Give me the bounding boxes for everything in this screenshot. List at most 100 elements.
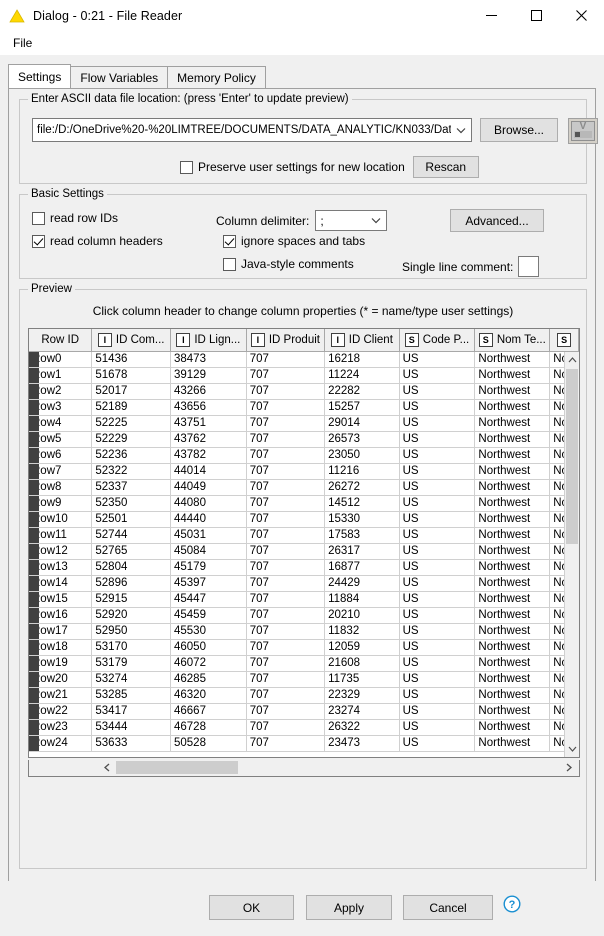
column-header-row-id[interactable]: Row ID	[29, 329, 93, 352]
table-row[interactable]: Row23534444672870726322USNorthwestNort	[29, 719, 579, 736]
table-row[interactable]: Row4522254375170729014USNorthwestNort	[29, 415, 579, 432]
tab-settings[interactable]: Settings	[8, 64, 72, 88]
table-cell: US	[399, 735, 476, 752]
table-row[interactable]: Row6522364378270723050USNorthwestNort	[29, 447, 579, 464]
read-row-ids-checkbox[interactable]	[32, 211, 45, 225]
table-cell: 52017	[91, 383, 171, 400]
cancel-button[interactable]: Cancel	[403, 895, 493, 920]
table-cell: 23050	[324, 447, 400, 464]
ignore-spaces-checkbox[interactable]	[223, 234, 236, 248]
table-cell: 707	[246, 415, 326, 432]
chevron-down-icon[interactable]	[451, 119, 471, 141]
column-delimiter-select[interactable]: ;	[315, 210, 388, 231]
vertical-scroll-thumb[interactable]	[566, 369, 578, 544]
table-cell: 20210	[324, 607, 400, 624]
table-row[interactable]: Row19531794607270721608USNorthwestNort	[29, 655, 579, 672]
table-cell: 43762	[170, 431, 247, 448]
table-row[interactable]: Row9523504408070714512USNorthwestNort	[29, 495, 579, 512]
dialog-body: Settings Flow Variables Memory Policy En…	[0, 55, 604, 936]
rescan-button[interactable]: Rescan	[412, 156, 479, 178]
table-row[interactable]: Row21532854632070722329USNorthwestNort	[29, 687, 579, 704]
table-cell: 52236	[91, 447, 171, 464]
browse-button[interactable]: Browse...	[480, 118, 558, 142]
table-row[interactable]: Row1516783912970711224USNorthwestNort	[29, 367, 579, 384]
table-row[interactable]: Row11527444503170717583USNorthwestNort	[29, 527, 579, 544]
table-cell: Northwest	[474, 719, 551, 736]
row-id-cell: Row1	[29, 367, 93, 384]
tab-flow-variables[interactable]: Flow Variables	[70, 66, 169, 88]
table-row[interactable]: Row0514363847370716218USNorthwestNort	[29, 351, 579, 368]
file-path-combo[interactable]: file:/D:/OneDrive%20-%20LIMTREE/DOCUMENT…	[32, 118, 472, 142]
apply-button[interactable]: Apply	[306, 895, 392, 920]
help-button[interactable]: ?	[503, 895, 525, 920]
minimize-button[interactable]	[469, 0, 514, 31]
table-cell: 707	[246, 495, 326, 512]
single-line-comment-input[interactable]	[518, 256, 540, 277]
read-row-ids-row: read row IDs	[32, 211, 118, 225]
table-cell: 22282	[324, 383, 400, 400]
table-cell: Northwest	[474, 687, 551, 704]
scroll-left-icon[interactable]	[99, 760, 115, 775]
read-column-headers-checkbox[interactable]	[32, 234, 45, 248]
table-cell: US	[399, 431, 476, 448]
table-row[interactable]: Row8523374404970726272USNorthwestNort	[29, 479, 579, 496]
table-row[interactable]: Row18531704605070712059USNorthwestNort	[29, 639, 579, 656]
basic-settings-group: Basic Settings read row IDs read column …	[19, 188, 587, 279]
horizontal-scroll-thumb[interactable]	[116, 761, 238, 774]
column-header-code-p[interactable]: S Code P...	[399, 329, 476, 352]
ok-button[interactable]: OK	[209, 895, 294, 920]
table-cell: 11216	[324, 463, 400, 480]
table-cell: US	[399, 527, 476, 544]
preview-horizontal-scrollbar[interactable]	[28, 760, 580, 777]
column-header-id-com[interactable]: I ID Com...	[91, 329, 171, 352]
table-cell: 707	[246, 527, 326, 544]
single-line-comment-row: Single line comment:	[402, 256, 540, 277]
close-button[interactable]	[559, 0, 604, 31]
table-row[interactable]: Row12527654508470726317USNorthwestNort	[29, 543, 579, 560]
maximize-icon	[531, 10, 542, 21]
column-type-badge: I	[176, 332, 191, 347]
table-row[interactable]: Row3521894365670715257USNorthwestNort	[29, 399, 579, 416]
table-row[interactable]: Row5522294376270726573USNorthwestNort	[29, 431, 579, 448]
table-row[interactable]: Row24536335052870723473USNorthwestNort	[29, 735, 579, 752]
table-cell: Northwest	[474, 543, 551, 560]
table-row[interactable]: Row10525014444070715330USNorthwestNort	[29, 511, 579, 528]
table-cell: 21608	[324, 655, 400, 672]
java-comments-checkbox[interactable]	[223, 257, 236, 271]
table-cell: 45397	[170, 575, 247, 592]
table-cell: Northwest	[474, 495, 551, 512]
table-cell: 11884	[324, 591, 400, 608]
table-cell: 707	[246, 703, 326, 720]
table-cell: 707	[246, 367, 326, 384]
menu-item-file[interactable]: File	[8, 34, 37, 52]
column-header-extra[interactable]: S	[549, 329, 579, 352]
column-delimiter-value: ;	[320, 213, 324, 228]
table-row[interactable]: Row16529204545970720210USNorthwestNort	[29, 607, 579, 624]
column-header-id-client[interactable]: I ID Client	[324, 329, 400, 352]
scroll-right-icon[interactable]	[561, 760, 577, 775]
column-header-id-lign[interactable]: I ID Lign...	[170, 329, 247, 352]
column-header-id-produit[interactable]: I ID Produit	[246, 329, 326, 352]
table-row[interactable]: Row14528964539770724429USNorthwestNort	[29, 575, 579, 592]
preview-vertical-scrollbar[interactable]	[564, 352, 579, 757]
table-row[interactable]: Row13528044517970716877USNorthwestNort	[29, 559, 579, 576]
tab-memory-policy[interactable]: Memory Policy	[167, 66, 266, 88]
table-cell: 44440	[170, 511, 247, 528]
table-row[interactable]: Row20532744628570711735USNorthwestNort	[29, 671, 579, 688]
table-row[interactable]: Row15529154544770711884USNorthwestNort	[29, 591, 579, 608]
table-row[interactable]: Row2520174326670722282USNorthwestNort	[29, 383, 579, 400]
scroll-up-icon[interactable]	[565, 352, 579, 368]
read-column-headers-row: read column headers	[32, 234, 163, 248]
column-delimiter-row: Column delimiter: ;	[216, 210, 388, 231]
table-row[interactable]: Row7523224401470711216USNorthwestNort	[29, 463, 579, 480]
row-id-cell: Row3	[29, 399, 93, 416]
table-cell: 12059	[324, 639, 400, 656]
column-header-nom-te[interactable]: S Nom Te...	[474, 329, 551, 352]
advanced-button[interactable]: Advanced...	[450, 209, 544, 232]
maximize-button[interactable]	[514, 0, 559, 31]
table-row[interactable]: Row22534174666770723274USNorthwestNort	[29, 703, 579, 720]
preserve-settings-checkbox[interactable]	[180, 160, 193, 174]
table-row[interactable]: Row17529504553070711832USNorthwestNort	[29, 623, 579, 640]
flow-variable-button[interactable]: V	[568, 118, 598, 144]
scroll-down-icon[interactable]	[565, 741, 579, 757]
